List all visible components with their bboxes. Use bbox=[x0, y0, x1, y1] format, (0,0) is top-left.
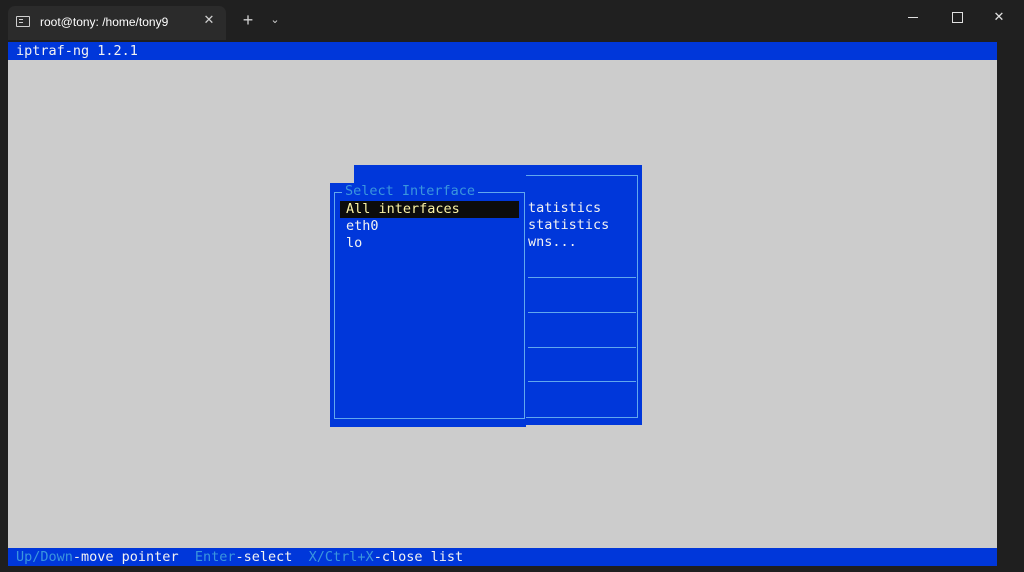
interface-item-lo[interactable]: lo bbox=[346, 235, 362, 252]
hint-desc-select: -select bbox=[235, 549, 293, 565]
title-bar: root@tony: /home/tony9 ✕ + ⌄ ✕ bbox=[0, 0, 1024, 40]
maximize-button[interactable] bbox=[934, 0, 980, 34]
close-window-button[interactable]: ✕ bbox=[976, 0, 1022, 34]
hint-desc-move: -move pointer bbox=[72, 549, 179, 565]
terminal-icon bbox=[16, 16, 30, 27]
chevron-down-icon[interactable]: ⌄ bbox=[266, 10, 284, 30]
menu-separator bbox=[528, 347, 636, 348]
hint-key-enter: Enter bbox=[194, 549, 236, 565]
terminal-area[interactable]: iptraf-ng 1.2.1 tatistics statistics wns… bbox=[8, 42, 997, 566]
new-tab-button[interactable]: + bbox=[238, 10, 258, 30]
menu-separator bbox=[528, 277, 636, 278]
minimize-button[interactable] bbox=[890, 0, 936, 34]
menu-separator bbox=[528, 381, 636, 382]
hint-key-updown: Up/Down bbox=[16, 549, 73, 565]
app-header: iptraf-ng 1.2.1 bbox=[8, 42, 997, 60]
close-tab-icon[interactable]: ✕ bbox=[201, 12, 217, 28]
hint-desc-close: -close list bbox=[373, 549, 464, 565]
terminal-tab[interactable]: root@tony: /home/tony9 ✕ bbox=[8, 6, 226, 40]
interface-item-all[interactable]: All interfaces bbox=[340, 201, 519, 218]
select-interface-dialog: Select Interface All interfaces eth0 lo bbox=[330, 183, 526, 427]
maximize-icon bbox=[951, 12, 963, 24]
menu-separator bbox=[528, 312, 636, 313]
menu-item-breakdowns[interactable]: wns... bbox=[528, 234, 577, 251]
dialog-title: Select Interface bbox=[342, 183, 479, 200]
interface-item-eth0[interactable]: eth0 bbox=[346, 218, 379, 235]
status-bar: Up/Down-move pointer Enter-select X/Ctrl… bbox=[8, 548, 997, 566]
tab-title: root@tony: /home/tony9 bbox=[40, 15, 169, 29]
hint-key-close: X/Ctrl+X bbox=[308, 549, 374, 565]
minimize-icon bbox=[908, 17, 918, 19]
menu-item-general-statistics[interactable]: statistics bbox=[528, 217, 609, 234]
menu-item-ip-statistics[interactable]: tatistics bbox=[528, 200, 601, 217]
